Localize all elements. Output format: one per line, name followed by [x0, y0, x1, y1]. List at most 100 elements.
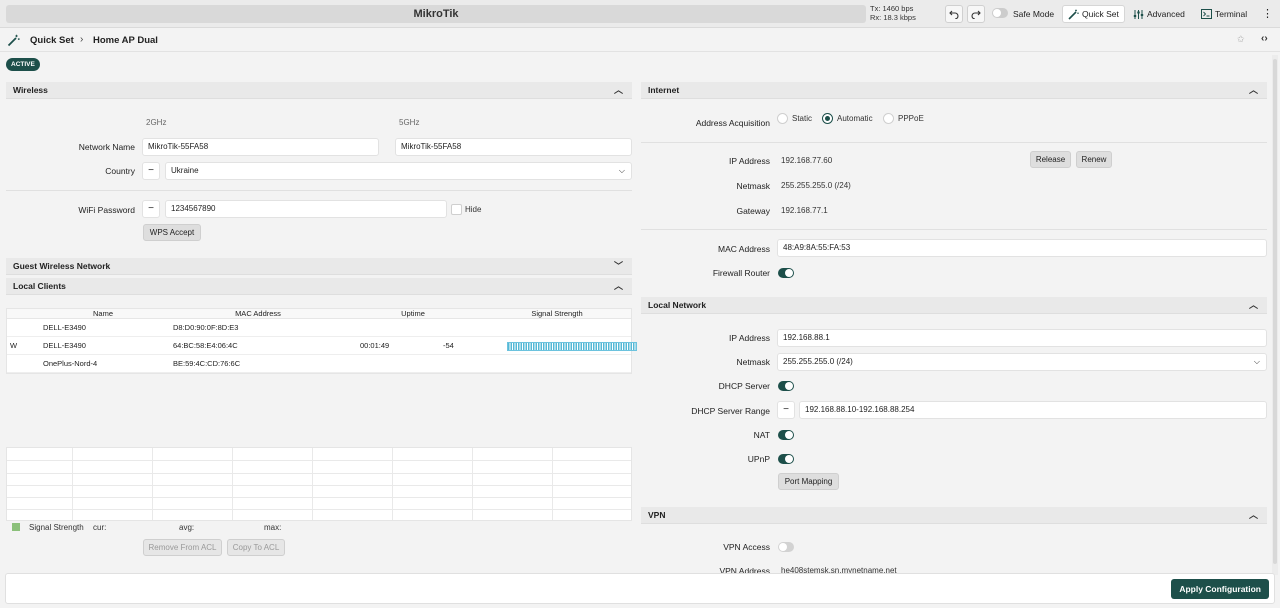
table-row[interactable]: DELL-E3490 D8:D0:90:0F:8D:E3	[7, 319, 631, 337]
wifi-password-label: WiFi Password	[78, 205, 135, 215]
wireless-title: Wireless	[13, 85, 48, 95]
firewall-router-label: Firewall Router	[712, 268, 770, 278]
remove-from-acl-button[interactable]: Remove From ACL	[143, 539, 222, 556]
pppoe-radio[interactable]	[883, 113, 894, 124]
renew-button[interactable]: Renew	[1076, 151, 1112, 168]
band-2ghz-label: 2GHz	[146, 118, 167, 127]
col-signal[interactable]: Signal Strength	[483, 309, 631, 318]
local-network-title: Local Network	[648, 300, 707, 310]
dhcp-range-remove-button[interactable]: −	[777, 401, 795, 419]
hide-password-checkbox[interactable]	[451, 204, 462, 215]
breadcrumb-current: Home AP Dual	[93, 35, 158, 46]
country-select[interactable]: Ukraine ⌵	[165, 162, 632, 180]
automatic-radio[interactable]	[822, 113, 833, 124]
static-radio[interactable]	[777, 113, 788, 124]
address-acquisition-label: Address Acquisition	[695, 118, 770, 128]
terminal-icon	[1201, 9, 1212, 19]
local-network-section-header[interactable]: Local Network ︿	[641, 297, 1267, 314]
lan-netmask-label: Netmask	[736, 357, 770, 367]
signal-graph	[6, 447, 632, 521]
legend-swatch	[12, 523, 20, 531]
safe-mode-toggle[interactable]	[992, 8, 1008, 18]
col-uptime[interactable]: Uptime	[343, 309, 483, 318]
vpn-title: VPN	[648, 510, 666, 520]
col-mac[interactable]: MAC Address	[173, 309, 343, 318]
rx-rate: Rx: 18.3 kbps	[870, 13, 916, 22]
breadcrumb-root[interactable]: Quick Set	[30, 35, 74, 46]
wan-netmask-label: Netmask	[736, 181, 770, 191]
upnp-label: UPnP	[747, 454, 770, 464]
top-bar: MikroTik Tx: 1460 bps Rx: 18.3 kbps Safe…	[0, 0, 1280, 28]
dhcp-range-input[interactable]: 192.168.88.10-192.168.88.254	[799, 401, 1267, 419]
quick-set-button[interactable]: Quick Set	[1062, 5, 1125, 23]
terminal-button[interactable]: Terminal	[1196, 5, 1252, 23]
network-name-5ghz-input[interactable]: MikroTik-55FA58	[395, 138, 632, 156]
undo-button[interactable]	[945, 5, 963, 23]
scrollbar[interactable]	[1272, 55, 1278, 575]
network-name-2ghz-input[interactable]: MikroTik-55FA58	[142, 138, 379, 156]
table-header: Name MAC Address Uptime Signal Strength	[7, 309, 631, 319]
advanced-label: Advanced	[1147, 9, 1185, 19]
static-label: Static	[792, 114, 813, 123]
network-name-label: Network Name	[78, 142, 135, 152]
gateway-label: Gateway	[736, 206, 770, 216]
vpn-access-toggle[interactable]	[778, 542, 794, 552]
footer-bar: Apply Configuration	[5, 573, 1275, 604]
terminal-label: Terminal	[1215, 9, 1248, 19]
release-button[interactable]: Release	[1030, 151, 1071, 168]
lan-netmask-value: 255.255.255.0 (/24)	[783, 357, 853, 366]
dhcp-range-label: DHCP Server Range	[691, 406, 770, 416]
pin-icon[interactable]: ✩	[1237, 34, 1245, 45]
nat-toggle[interactable]	[778, 430, 794, 440]
clients-section-header[interactable]: Local Clients ︿	[6, 278, 632, 295]
undo-icon	[949, 10, 959, 19]
clients-table: Name MAC Address Uptime Signal Strength …	[6, 308, 637, 374]
chevron-up-icon: ︿	[1248, 300, 1258, 310]
quick-set-label: Quick Set	[1082, 9, 1119, 19]
port-mapping-button[interactable]: Port Mapping	[778, 473, 839, 490]
dhcp-server-label: DHCP Server	[718, 381, 770, 391]
automatic-label: Automatic	[837, 114, 873, 123]
tx-rate: Tx: 1460 bps	[870, 4, 914, 13]
redo-button[interactable]	[967, 5, 985, 23]
lan-ip-input[interactable]: 192.168.88.1	[777, 329, 1267, 347]
traffic-readout: Tx: 1460 bps Rx: 18.3 kbps	[870, 4, 916, 22]
guest-title: Guest Wireless Network	[13, 261, 111, 271]
internet-section-header[interactable]: Internet ︿	[641, 82, 1267, 99]
mac-address-label: MAC Address	[718, 244, 770, 254]
wifi-password-input[interactable]: 1234567890	[165, 200, 447, 218]
legend-label: Signal Strength	[29, 523, 84, 532]
more-menu-icon[interactable]: ⋮	[1262, 7, 1273, 21]
dhcp-server-toggle[interactable]	[778, 381, 794, 391]
breadcrumb: Quick Set › Home AP Dual ✩ ‹›	[0, 28, 1280, 52]
chevron-up-icon: ︿	[1248, 510, 1258, 520]
guest-section-header[interactable]: Guest Wireless Network ﹀	[6, 258, 632, 275]
table-row[interactable]: OnePlus-Nord-4 BE:59:4C:CD:76:6C	[7, 355, 631, 373]
chevron-up-icon: ︿	[613, 281, 623, 291]
apply-configuration-button[interactable]: Apply Configuration	[1171, 579, 1269, 599]
country-remove-button[interactable]: −	[142, 162, 160, 180]
country-label: Country	[105, 166, 135, 176]
wan-ip-value: 192.168.77.60	[781, 156, 833, 165]
mac-address-input[interactable]: 48:A9:8A:55:FA:53	[777, 239, 1267, 257]
col-name[interactable]: Name	[33, 309, 173, 318]
wireless-section-header[interactable]: Wireless ︿	[6, 82, 632, 99]
firewall-router-toggle[interactable]	[778, 268, 794, 278]
wan-netmask-value: 255.255.255.0 (/24)	[781, 181, 851, 190]
wand-icon	[1068, 9, 1079, 20]
upnp-toggle[interactable]	[778, 454, 794, 464]
advanced-button[interactable]: Advanced	[1128, 5, 1190, 23]
table-row[interactable]: W DELL-E3490 64:BC:58:E4:06:4C 00:01:49 …	[7, 337, 637, 355]
lan-netmask-select[interactable]: 255.255.255.0 (/24) ⌵	[777, 353, 1267, 371]
divider	[641, 229, 1267, 230]
pppoe-label: PPPoE	[898, 114, 924, 123]
password-remove-button[interactable]: −	[142, 200, 160, 218]
code-icon[interactable]: ‹›	[1261, 33, 1268, 44]
wps-accept-button[interactable]: WPS Accept	[143, 224, 201, 241]
hide-password-label: Hide	[465, 205, 482, 214]
vpn-section-header[interactable]: VPN ︿	[641, 507, 1267, 524]
copy-to-acl-button[interactable]: Copy To ACL	[227, 539, 285, 556]
wand-icon	[7, 34, 20, 47]
scrollbar-thumb[interactable]	[1273, 59, 1277, 564]
sliders-icon	[1133, 9, 1144, 19]
